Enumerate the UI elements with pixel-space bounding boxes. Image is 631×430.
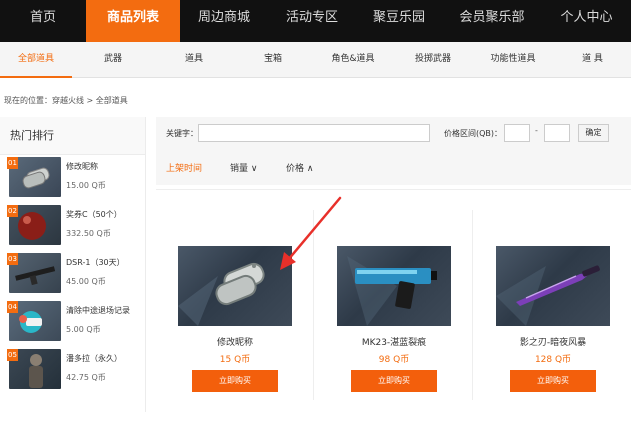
buy-now-button[interactable]: 立即购买 bbox=[510, 370, 596, 392]
breadcrumb: 现在的位置：穿越火线 > 全部道具 bbox=[4, 96, 128, 105]
rank-item-name: DSR-1（30天） bbox=[66, 258, 125, 267]
rank-number: 01 bbox=[7, 157, 18, 169]
rank-item[interactable]: 04 清除中途退场记录 5.00 Q币 bbox=[7, 301, 139, 343]
top-nav-item-events[interactable]: 活动专区 bbox=[268, 0, 356, 42]
product-name: MK23-湛蓝裂痕 bbox=[361, 338, 427, 348]
price-min-input[interactable] bbox=[504, 124, 530, 142]
product-image bbox=[496, 246, 610, 326]
product-name: 影之刃-暗夜风暴 bbox=[519, 338, 587, 348]
top-nav-item-merch[interactable]: 周边商城 bbox=[180, 0, 268, 42]
top-nav-item-paradise[interactable]: 聚豆乐园 bbox=[356, 0, 442, 42]
rank-item-price: 45.00 Q币 bbox=[66, 277, 106, 286]
rank-item[interactable]: 05 潘多拉（永久） 42.75 Q币 bbox=[7, 349, 139, 391]
category-tab-characters[interactable]: 角色&道具 bbox=[312, 42, 394, 78]
rank-item-price: 15.00 Q币 bbox=[66, 181, 106, 190]
sort-by-sales[interactable]: 销量 ∨ bbox=[230, 161, 257, 174]
rank-item-price: 42.75 Q币 bbox=[66, 373, 106, 382]
product-price: 98 Q币 bbox=[378, 355, 410, 365]
rank-number: 05 bbox=[7, 349, 18, 361]
divider bbox=[472, 210, 473, 400]
divider bbox=[313, 210, 314, 400]
sort-by-price[interactable]: 价格 ∧ bbox=[286, 161, 313, 174]
buy-now-button[interactable]: 立即购买 bbox=[351, 370, 437, 392]
price-range-dash: - bbox=[535, 126, 538, 135]
rank-item[interactable]: 02 奖券C（50个） 332.50 Q币 bbox=[7, 205, 139, 247]
rank-item[interactable]: 03 DSR-1（30天） 45.00 Q币 bbox=[7, 253, 139, 295]
pistol-icon bbox=[347, 256, 437, 326]
rank-item-price: 332.50 Q币 bbox=[66, 229, 111, 238]
category-tab-functional[interactable]: 功能性道具 bbox=[472, 42, 554, 78]
product-price: 128 Q币 bbox=[534, 355, 572, 365]
dog-tags-icon bbox=[178, 262, 265, 326]
hot-ranking-sidebar: 热门排行 01 修改昵称 15.00 Q币 02 奖券C（50个） 332.50… bbox=[0, 117, 146, 412]
rank-number: 02 bbox=[7, 205, 18, 217]
rank-number: 03 bbox=[7, 253, 18, 265]
rank-item-name: 潘多拉（永久） bbox=[66, 354, 122, 363]
rank-item-name: 修改昵称 bbox=[66, 162, 98, 171]
category-tab-chests[interactable]: 宝箱 bbox=[234, 42, 312, 78]
confirm-button[interactable]: 确定 bbox=[578, 124, 609, 142]
product-card[interactable]: 影之刃-暗夜风暴 128 Q币 立即购买 bbox=[482, 210, 624, 430]
rank-item-name: 清除中途退场记录 bbox=[66, 306, 130, 315]
category-tab-items-2[interactable]: 道 具 bbox=[554, 42, 631, 78]
filter-bar: 关键字： 价格区间(QB)： - 确定 上架时间 销量 ∨ 价格 ∧ bbox=[156, 117, 631, 185]
product-price: 15 Q币 bbox=[219, 355, 251, 365]
category-nav: 全部道具 武器 道具 宝箱 角色&道具 投掷武器 功能性道具 道 具 bbox=[0, 42, 631, 78]
category-tab-items[interactable]: 道具 bbox=[154, 42, 234, 78]
keyword-label: 关键字： bbox=[166, 129, 198, 138]
top-nav-item-home[interactable]: 首页 bbox=[0, 0, 86, 42]
top-nav-item-products[interactable]: 商品列表 bbox=[86, 0, 180, 42]
sort-by-time[interactable]: 上架时间 bbox=[166, 161, 202, 174]
buy-now-button[interactable]: 立即购买 bbox=[192, 370, 278, 392]
top-nav-item-club[interactable]: 会员聚乐部 bbox=[442, 0, 542, 42]
product-card[interactable]: 修改昵称 15 Q币 立即购买 bbox=[164, 210, 306, 430]
product-image bbox=[337, 246, 451, 326]
rank-number: 04 bbox=[7, 301, 18, 313]
product-grid: 修改昵称 15 Q币 立即购买 MK23-湛蓝裂痕 98 Q币 立即购买 影之刃… bbox=[156, 189, 631, 412]
product-image bbox=[178, 246, 292, 326]
rank-item[interactable]: 01 修改昵称 15.00 Q币 bbox=[7, 157, 139, 199]
product-name: 修改昵称 bbox=[216, 338, 253, 348]
price-range-label: 价格区间(QB)： bbox=[444, 129, 503, 138]
category-tab-all[interactable]: 全部道具 bbox=[0, 42, 72, 78]
keyword-input[interactable] bbox=[198, 124, 430, 142]
price-max-input[interactable] bbox=[544, 124, 570, 142]
top-nav: 首页 商品列表 周边商城 活动专区 聚豆乐园 会员聚乐部 个人中心 bbox=[0, 0, 631, 42]
product-card[interactable]: MK23-湛蓝裂痕 98 Q币 立即购买 bbox=[323, 210, 465, 430]
knife-icon bbox=[496, 265, 600, 326]
rank-item-name: 奖券C（50个） bbox=[66, 210, 122, 219]
top-nav-item-profile[interactable]: 个人中心 bbox=[542, 0, 631, 42]
category-tab-weapons[interactable]: 武器 bbox=[72, 42, 154, 78]
rank-item-price: 5.00 Q币 bbox=[66, 325, 101, 334]
sidebar-title: 热门排行 bbox=[0, 117, 145, 155]
category-tab-throwables[interactable]: 投掷武器 bbox=[394, 42, 472, 78]
product-list-area: 关键字： 价格区间(QB)： - 确定 上架时间 销量 ∨ 价格 ∧ 修改昵称 … bbox=[156, 117, 631, 412]
